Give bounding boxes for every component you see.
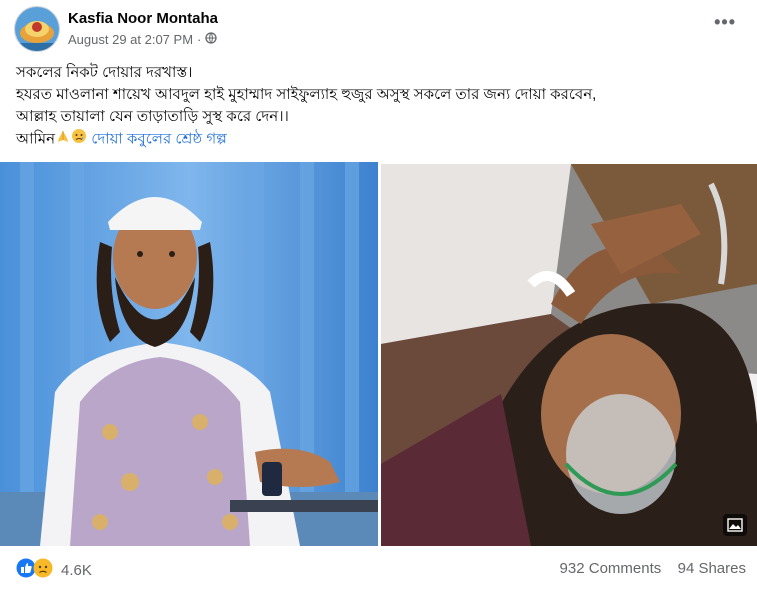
more-options-button[interactable]: •••: [714, 12, 736, 33]
post-header: Kasfia Noor Montaha August 29 at 2:07 PM…: [14, 6, 744, 54]
author-avatar[interactable]: [14, 6, 60, 52]
post-photo-right[interactable]: [381, 164, 757, 546]
reactions-summary[interactable]: 4.6K: [16, 558, 92, 583]
post-footer: 4.6K 932 Comments 94 Shares: [16, 556, 746, 584]
shares-count-link[interactable]: 94 Shares: [678, 560, 746, 577]
post-text-line-last: আমিন দোয়া কবুলের শ্রেষ্ঠ গল্প: [16, 128, 746, 151]
post-timestamp[interactable]: August 29 at 2:07 PM: [68, 32, 193, 47]
post-text-amen: আমিন: [16, 130, 56, 148]
author-name[interactable]: Kasfia Noor Montaha: [68, 10, 218, 27]
sad-face-emoji-icon: [71, 128, 87, 151]
sad-reaction-icon: [33, 558, 53, 583]
globe-icon[interactable]: [205, 32, 218, 47]
praying-hands-emoji-icon: [55, 128, 71, 151]
post-photo-left[interactable]: [0, 162, 378, 546]
post-text-line: সকলের নিকট দোয়ার দরখাস্ত।: [16, 64, 193, 81]
meta-separator: ·: [197, 32, 202, 47]
reaction-count: 4.6K: [61, 562, 92, 579]
post-text: সকলের নিকট দোয়ার দরখাস্ত। হযরত মাওলানা …: [16, 62, 746, 151]
post-card: Kasfia Noor Montaha August 29 at 2:07 PM…: [0, 0, 757, 590]
post-text-line: আল্লাহ তায়ালা যেন তাড়াতাড়ি সুস্থ করে …: [16, 108, 289, 125]
post-text-line: হযরত মাওলানা শায়েখ আবদুল হাই মুহাম্মাদ …: [16, 86, 597, 103]
page-link[interactable]: দোয়া কবুলের শ্রেষ্ঠ গল্প: [91, 130, 227, 147]
image-badge-icon: [723, 514, 747, 536]
photo-grid: [0, 162, 757, 546]
post-meta: August 29 at 2:07 PM ·: [68, 32, 218, 47]
comments-count-link[interactable]: 932 Comments: [560, 560, 662, 577]
post-stats: 932 Comments 94 Shares: [560, 560, 746, 577]
